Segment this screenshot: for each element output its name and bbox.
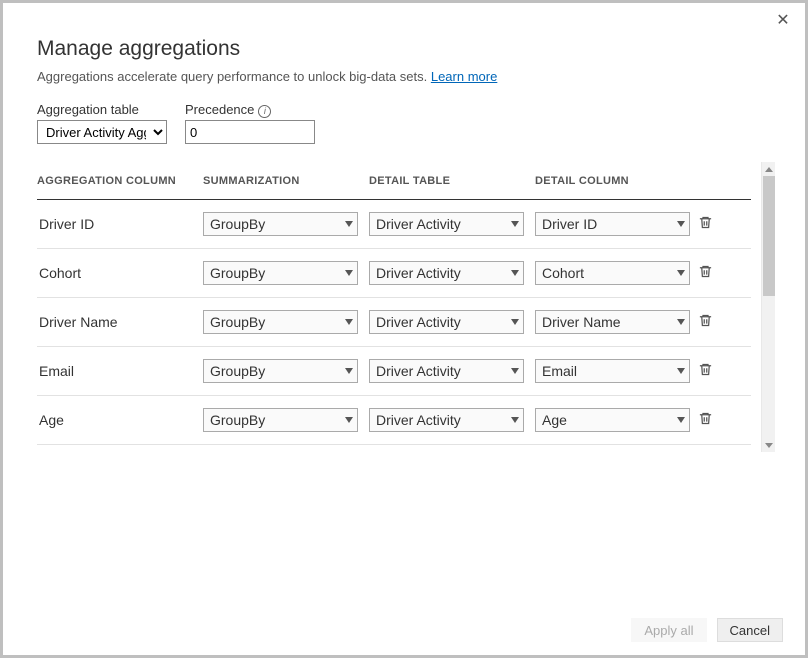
summarization-value: GroupBy (210, 412, 265, 428)
detail-column-select[interactable]: Email (535, 359, 690, 383)
detail-table-select[interactable]: Driver Activity (369, 359, 524, 383)
detail-column-select[interactable]: Cohort (535, 261, 690, 285)
dialog-content: Manage aggregations Aggregations acceler… (3, 3, 805, 605)
aggregations-grid-wrap: AGGREGATION COLUMN SUMMARIZATION DETAIL … (37, 162, 775, 605)
table-row: Driver ID GroupBy Driver Activity Driver ID (37, 200, 751, 249)
detail-column-value: Driver Name (542, 314, 621, 330)
trash-icon (698, 362, 713, 380)
header-detail-column: DETAIL COLUMN (535, 175, 695, 187)
chevron-down-icon (345, 270, 353, 276)
chevron-down-icon (511, 368, 519, 374)
manage-aggregations-dialog: ✕ Manage aggregations Aggregations accel… (0, 0, 808, 658)
cancel-button[interactable]: Cancel (717, 618, 783, 642)
trash-icon (698, 264, 713, 282)
vertical-scrollbar[interactable] (761, 162, 775, 452)
detail-column-value: Email (542, 363, 577, 379)
precedence-control: Precedence i (185, 102, 315, 144)
top-controls: Aggregation table Driver Activity Agg Pr… (37, 102, 775, 144)
summarization-value: GroupBy (210, 314, 265, 330)
table-row: Cohort GroupBy Driver Activity Cohort (37, 249, 751, 298)
learn-more-link[interactable]: Learn more (431, 69, 497, 84)
detail-column-select[interactable]: Age (535, 408, 690, 432)
chevron-down-icon (345, 221, 353, 227)
scroll-thumb[interactable] (763, 176, 775, 296)
detail-table-value: Driver Activity (376, 412, 461, 428)
aggregation-column-value: Driver ID (37, 216, 203, 232)
delete-row-button[interactable] (695, 312, 715, 332)
chevron-down-icon (677, 221, 685, 227)
detail-table-select[interactable]: Driver Activity (369, 212, 524, 236)
chevron-down-icon (677, 270, 685, 276)
aggregation-column-value: Driver Name (37, 314, 203, 330)
summarization-select[interactable]: GroupBy (203, 310, 358, 334)
summarization-value: GroupBy (210, 216, 265, 232)
aggregation-column-value: Cohort (37, 265, 203, 281)
detail-column-value: Age (542, 412, 567, 428)
trash-icon (698, 313, 713, 331)
detail-table-select[interactable]: Driver Activity (369, 408, 524, 432)
detail-table-value: Driver Activity (376, 265, 461, 281)
aggregation-column-value: Email (37, 363, 203, 379)
detail-table-value: Driver Activity (376, 314, 461, 330)
aggregation-column-value: Age (37, 412, 203, 428)
detail-column-value: Cohort (542, 265, 584, 281)
summarization-select[interactable]: GroupBy (203, 359, 358, 383)
delete-row-button[interactable] (695, 214, 715, 234)
detail-column-value: Driver ID (542, 216, 597, 232)
header-summarization: SUMMARIZATION (203, 175, 369, 187)
header-aggregation-column: AGGREGATION COLUMN (37, 175, 203, 187)
chevron-down-icon (511, 319, 519, 325)
scroll-up-arrow-icon[interactable] (762, 162, 776, 176)
chevron-down-icon (345, 368, 353, 374)
grid-header-row: AGGREGATION COLUMN SUMMARIZATION DETAIL … (37, 162, 751, 200)
chevron-down-icon (511, 270, 519, 276)
summarization-select[interactable]: GroupBy (203, 212, 358, 236)
delete-row-button[interactable] (695, 410, 715, 430)
trash-icon (698, 411, 713, 429)
detail-column-select[interactable]: Driver Name (535, 310, 690, 334)
detail-column-select[interactable]: Driver ID (535, 212, 690, 236)
chevron-down-icon (677, 319, 685, 325)
summarization-value: GroupBy (210, 363, 265, 379)
chevron-down-icon (511, 221, 519, 227)
aggregation-table-select[interactable]: Driver Activity Agg (37, 120, 167, 144)
dialog-subtitle: Aggregations accelerate query performanc… (37, 69, 775, 84)
info-icon[interactable]: i (258, 105, 271, 118)
delete-row-button[interactable] (695, 361, 715, 381)
aggregation-table-control: Aggregation table Driver Activity Agg (37, 102, 167, 144)
detail-table-select[interactable]: Driver Activity (369, 310, 524, 334)
table-row: Age GroupBy Driver Activity Age (37, 396, 751, 445)
table-row: Email GroupBy Driver Activity Email (37, 347, 751, 396)
chevron-down-icon (677, 368, 685, 374)
subtitle-text: Aggregations accelerate query performanc… (37, 69, 431, 84)
aggregations-grid: AGGREGATION COLUMN SUMMARIZATION DETAIL … (37, 162, 761, 605)
table-row: Driver Name GroupBy Driver Activity Driver … (37, 298, 751, 347)
detail-table-select[interactable]: Driver Activity (369, 261, 524, 285)
dialog-footer: Apply all Cancel (3, 605, 805, 655)
summarization-value: GroupBy (210, 265, 265, 281)
delete-row-button[interactable] (695, 263, 715, 283)
dialog-title: Manage aggregations (37, 37, 775, 61)
summarization-select[interactable]: GroupBy (203, 408, 358, 432)
chevron-down-icon (511, 417, 519, 423)
trash-icon (698, 215, 713, 233)
close-icon[interactable]: ✕ (773, 11, 793, 31)
detail-table-value: Driver Activity (376, 363, 461, 379)
chevron-down-icon (345, 417, 353, 423)
precedence-input[interactable] (185, 120, 315, 144)
chevron-down-icon (345, 319, 353, 325)
chevron-down-icon (677, 417, 685, 423)
precedence-label: Precedence (185, 102, 254, 117)
scroll-down-arrow-icon[interactable] (762, 438, 776, 452)
apply-all-button[interactable]: Apply all (631, 618, 706, 642)
detail-table-value: Driver Activity (376, 216, 461, 232)
aggregation-table-label: Aggregation table (37, 102, 167, 117)
summarization-select[interactable]: GroupBy (203, 261, 358, 285)
header-detail-table: DETAIL TABLE (369, 175, 535, 187)
